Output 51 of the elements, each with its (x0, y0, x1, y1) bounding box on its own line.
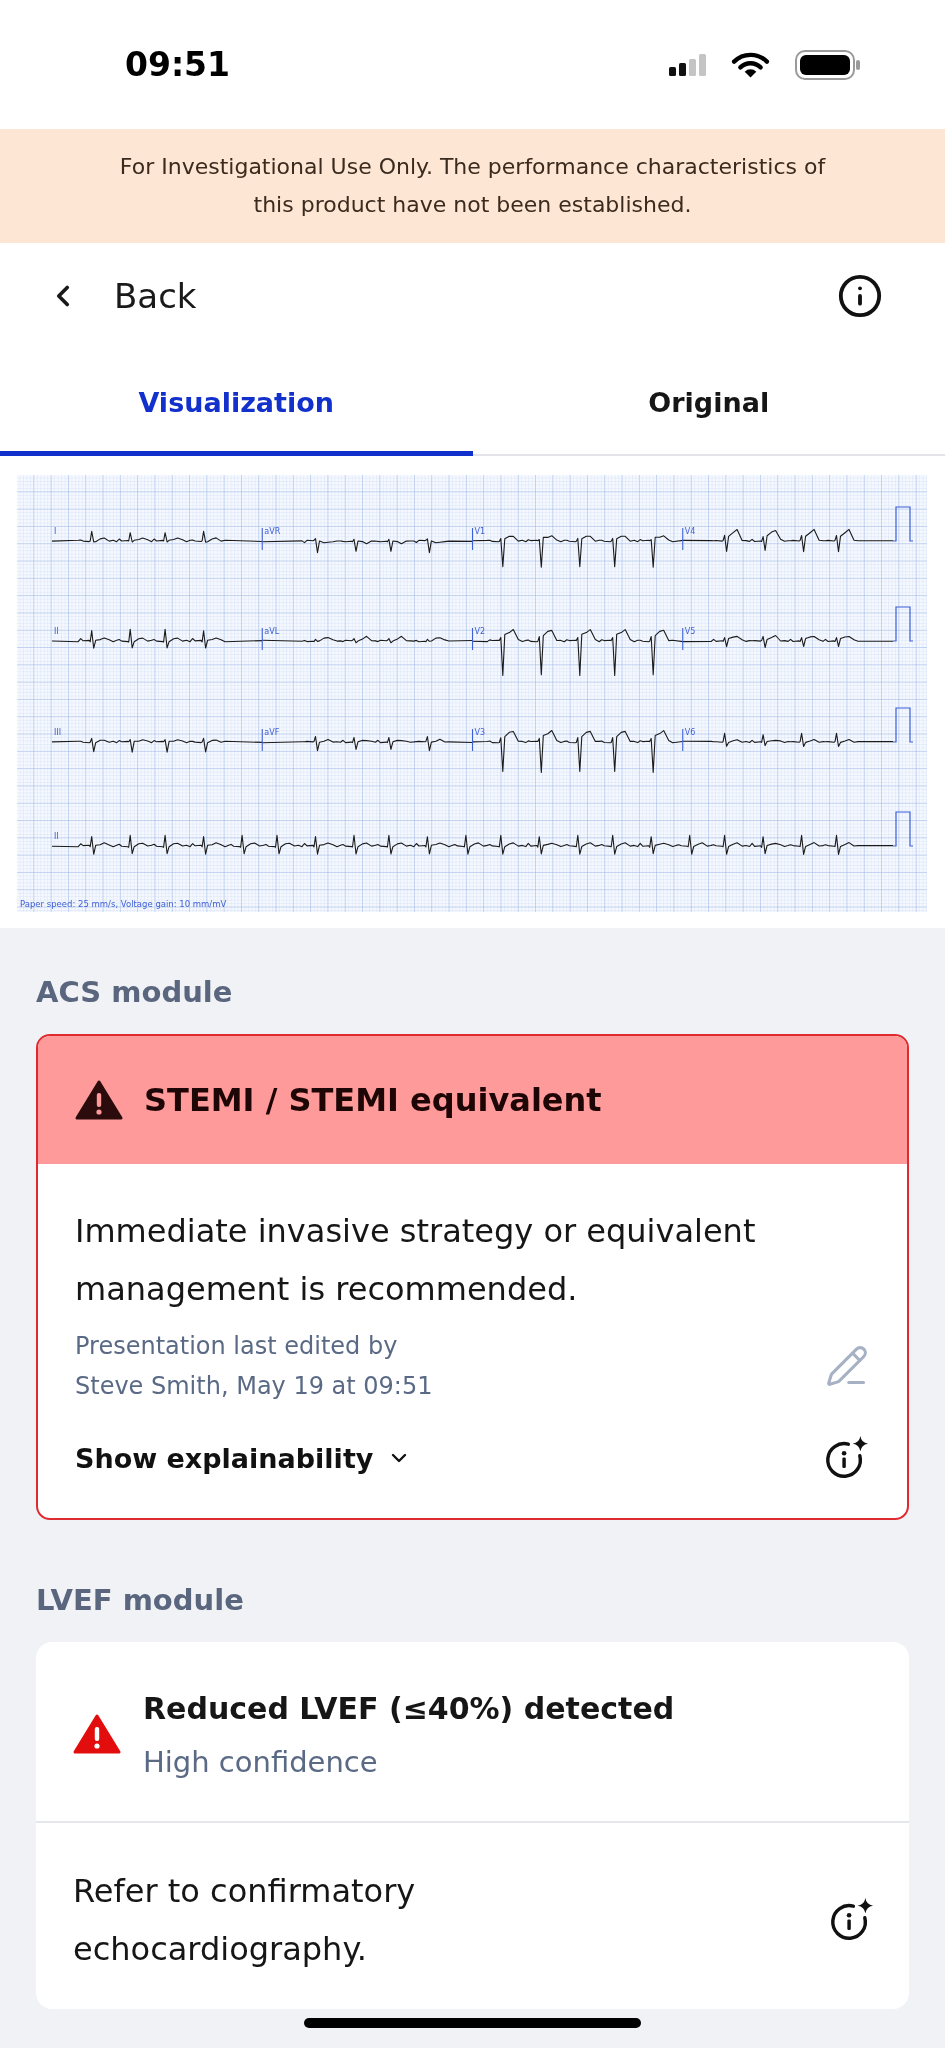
calibration-pulse (892, 811, 914, 847)
lead-label: V3 (474, 728, 486, 737)
calibration-pulse (892, 506, 914, 542)
lead-marker (471, 527, 474, 551)
notice-banner: For Investigational Use Only. The performance characteristics of this product have not been established. (0, 129, 945, 243)
lead-marker (471, 728, 474, 752)
lead-label: V2 (474, 627, 486, 636)
lead-marker (682, 527, 684, 551)
explainability-toggle[interactable]: Show explainability (75, 1442, 412, 1474)
lead-marker (682, 728, 684, 752)
lead-marker (261, 627, 263, 651)
lead-label: V5 (684, 627, 696, 636)
status-time: 09:51 (125, 44, 231, 85)
lead-label: V4 (684, 527, 696, 536)
lead-marker (471, 627, 474, 651)
lead-marker (682, 627, 684, 651)
lead-marker (261, 728, 263, 752)
ecg-scale-note: Paper speed: 25 mm/s, Voltage gain: 10 mm/mV (20, 899, 227, 909)
confidence-text: High confidence (143, 1744, 379, 1781)
lead-label: II (54, 832, 59, 841)
lead-label: V6 (684, 728, 696, 737)
lead-label: aVF (264, 728, 280, 737)
recommendation-text: Immediate invasive strategy or equivalent management is recommended. (75, 1211, 757, 1310)
explain-info-button[interactable] (823, 1435, 869, 1481)
pencil-icon (825, 1344, 869, 1388)
info-sparkle-icon (828, 1897, 874, 1943)
signal-icon (669, 53, 706, 76)
info-button[interactable] (837, 273, 883, 319)
lead-label: III (54, 728, 62, 737)
wifi-icon (731, 50, 770, 79)
module-heading: ACS module (36, 974, 234, 1011)
warning-icon (73, 1713, 121, 1755)
finding-title: Reduced LVEF (≤40%) detected (143, 1690, 675, 1728)
lead-label: aVR (264, 527, 281, 536)
lead-label: V1 (474, 527, 486, 536)
warning-icon (75, 1079, 123, 1121)
explain-info-button[interactable] (828, 1897, 874, 1943)
module-heading: LVEF module (36, 1582, 245, 1619)
calibration-pulse (892, 707, 914, 743)
back-button[interactable]: Back (46, 276, 197, 316)
lead-label: aVL (264, 627, 280, 636)
lead-marker (261, 527, 263, 551)
recommendation-text: Refer to confirmatory echocardiography. (73, 1871, 417, 1970)
battery-icon (795, 49, 861, 80)
alert-title: STEMI / STEMI equivalent (144, 1081, 602, 1119)
calibration-pulse (892, 606, 914, 642)
lead-label: I (54, 527, 57, 536)
info-sparkle-icon (823, 1435, 869, 1481)
lead-label: II (54, 627, 59, 636)
info-icon (837, 273, 883, 319)
edit-note: Presentation last edited by Steve Smith, May 19 at 09:51 (75, 1331, 433, 1402)
